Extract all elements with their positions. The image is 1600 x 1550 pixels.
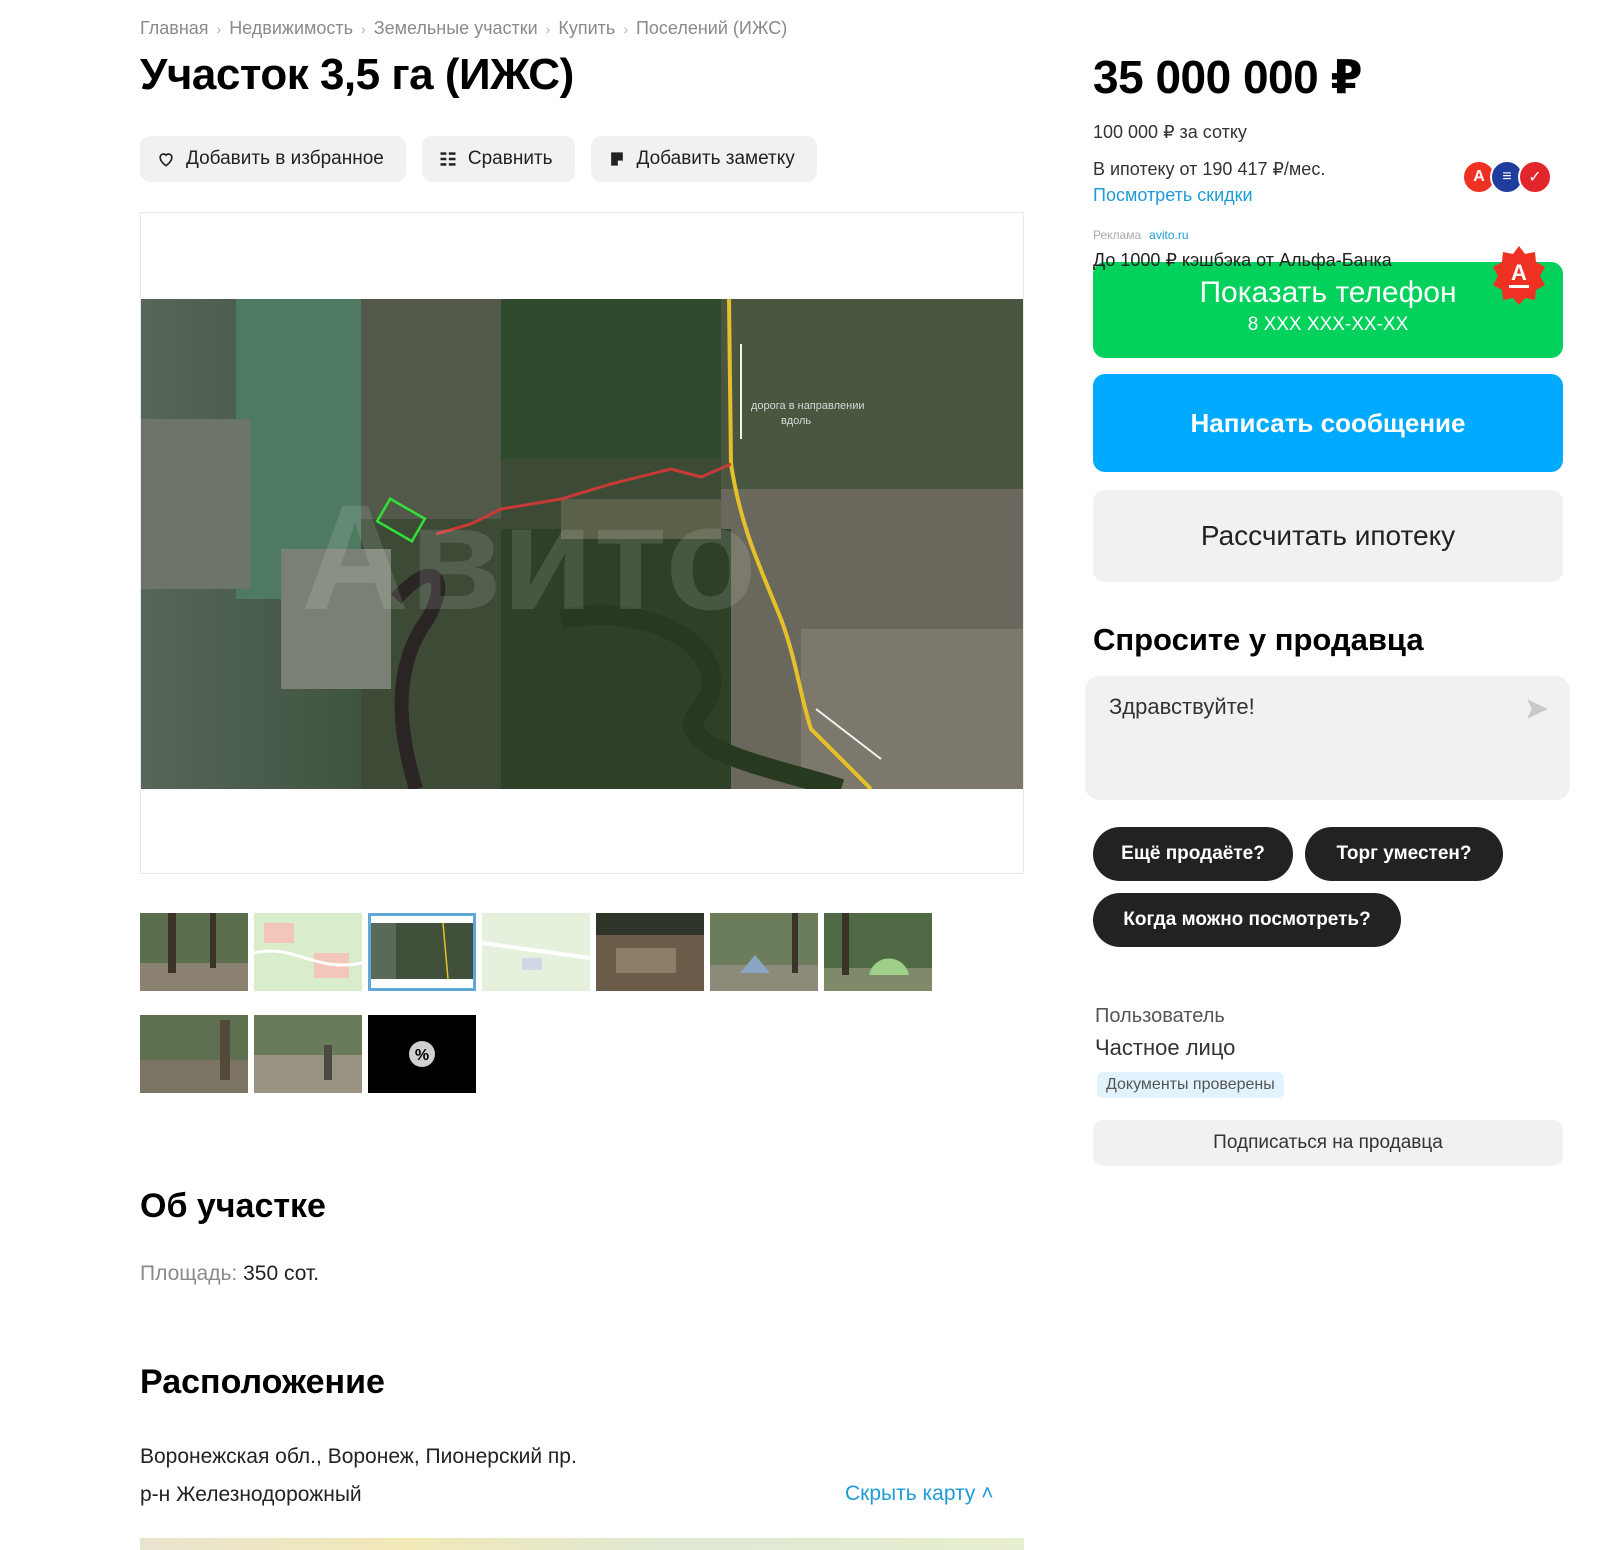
about-title: Об участке [140, 1187, 326, 1225]
thumbnail-photo-ground [596, 913, 704, 991]
address-district: р-н Железнодорожный [140, 1483, 362, 1506]
subscribe-seller-button[interactable]: Подписаться на продавца [1093, 1120, 1563, 1166]
thumbnail-photo-forest [254, 1015, 362, 1093]
thumbnail-map [254, 913, 362, 991]
add-note-label: Добавить заметку [636, 148, 795, 169]
add-to-favorites-label: Добавить в избранное [186, 148, 384, 169]
documents-verified-badge: Документы проверены [1097, 1072, 1284, 1098]
location-map[interactable] [140, 1538, 1024, 1550]
gallery-thumbnail-5[interactable] [596, 913, 704, 991]
breadcrumb-separator: › [216, 20, 222, 37]
quick-question-viewing[interactable]: Когда можно посмотреть? [1093, 893, 1401, 947]
watermark: Авито [301, 473, 757, 641]
thumbnail-photo-forest [140, 913, 248, 991]
alfa-bank-logo-icon: A [1493, 246, 1545, 305]
svg-text:A: A [1511, 260, 1527, 285]
view-discounts-link[interactable]: Посмотреть скидки [1093, 185, 1253, 206]
breadcrumb-item-buy[interactable]: Купить [558, 18, 615, 39]
gallery-thumbnail-1[interactable] [140, 913, 248, 991]
compare-button[interactable]: Сравнить [421, 136, 575, 182]
bank-icon: ✓ [1518, 160, 1552, 194]
breadcrumb-item-land[interactable]: Земельные участки [374, 18, 538, 39]
map-annotation: вдоль [781, 415, 811, 427]
seller-role: Пользователь [1095, 1005, 1225, 1027]
price-per-unit: 100 000 ₽ за сотку [1093, 122, 1247, 142]
gallery-thumbnail-more[interactable]: % [368, 1015, 476, 1093]
compare-label: Сравнить [467, 148, 553, 169]
calculate-mortgage-button[interactable]: Рассчитать ипотеку [1093, 490, 1563, 582]
discount-percent-icon: % [368, 1015, 476, 1093]
ask-seller-title: Спросите у продавца [1093, 622, 1424, 657]
ask-seller-input[interactable]: Здравствуйте! [1085, 676, 1570, 800]
breadcrumb-separator: › [545, 20, 551, 37]
gallery-main-image[interactable]: дорога в направлении вдоль Авито [140, 212, 1024, 874]
gallery-thumbnail-6[interactable] [710, 913, 818, 991]
breadcrumb: Главная › Недвижимость › Земельные участ… [140, 18, 787, 39]
gallery-thumbnail-9[interactable] [254, 1015, 362, 1093]
hide-map-link[interactable]: Скрыть карту ˄ [845, 1482, 994, 1506]
note-icon [610, 152, 623, 166]
quick-question-bargain[interactable]: Торг уместен? [1305, 827, 1503, 881]
breadcrumb-item-realty[interactable]: Недвижимость [229, 18, 353, 39]
breadcrumb-separator: › [361, 20, 366, 37]
ad-cashback-text[interactable]: До 1000 ₽ кэшбэка от Альфа-Банка [1093, 250, 1392, 271]
gallery-thumbnail-2[interactable] [254, 913, 362, 991]
heart-icon [159, 153, 173, 167]
quick-question-still-selling[interactable]: Ещё продаёте? [1093, 827, 1293, 881]
breadcrumb-item-category[interactable]: Поселений (ИЖС) [636, 18, 787, 39]
ad-label: Реклама avito.ru [1093, 228, 1189, 242]
compare-icon [440, 152, 456, 166]
breadcrumb-item-home[interactable]: Главная [140, 18, 209, 39]
ask-seller-text: Здравствуйте! [1109, 694, 1255, 719]
area-label: Площадь: [140, 1262, 238, 1285]
listing-actions: Добавить в избранное Сравнить Добавить з… [140, 136, 817, 182]
gallery-thumbnail-3[interactable] [368, 913, 476, 991]
thumbnail-photo-tent [710, 913, 818, 991]
thumbnail-map [482, 913, 590, 991]
thumbnail-photo-tent [824, 913, 932, 991]
area-value: 350 сот. [243, 1262, 320, 1285]
satellite-map-image: дорога в направлении вдоль Авито [141, 299, 1023, 789]
phone-mask: 8 XXX XXX-XX-XX [1247, 314, 1409, 335]
mortgage-estimate: В ипотеку от 190 417 ₽/мес. [1093, 159, 1326, 179]
svg-text:%: % [415, 1047, 429, 1064]
add-to-favorites-button[interactable]: Добавить в избранное [140, 136, 406, 182]
thumbnail-photo-forest [140, 1015, 248, 1093]
area-row: Площадь: 350 сот. [140, 1262, 319, 1286]
gallery-thumbnail-8[interactable] [140, 1015, 248, 1093]
page-title: Участок 3,5 га (ИЖС) [140, 50, 574, 99]
send-icon[interactable] [1524, 696, 1550, 722]
map-annotation: дорога в направлении [751, 400, 865, 412]
bank-icons: A ≡ ✓ [1462, 160, 1552, 194]
breadcrumb-separator: › [623, 20, 628, 37]
ad-domain-link[interactable]: avito.ru [1149, 228, 1188, 242]
address-line: Воронежская обл., Воронеж, Пионерский пр… [140, 1445, 577, 1468]
thumbnail-satellite [368, 913, 476, 991]
seller-type: Частное лицо [1095, 1035, 1236, 1060]
gallery-thumbnail-4[interactable] [482, 913, 590, 991]
write-message-button[interactable]: Написать сообщение [1093, 374, 1563, 472]
gallery-thumbnail-7[interactable] [824, 913, 932, 991]
location-title: Расположение [140, 1363, 385, 1401]
price: 35 000 000 ₽ [1093, 51, 1363, 103]
add-note-button[interactable]: Добавить заметку [590, 136, 817, 182]
address: Воронежская обл., Воронеж, Пионерский пр… [140, 1438, 577, 1514]
